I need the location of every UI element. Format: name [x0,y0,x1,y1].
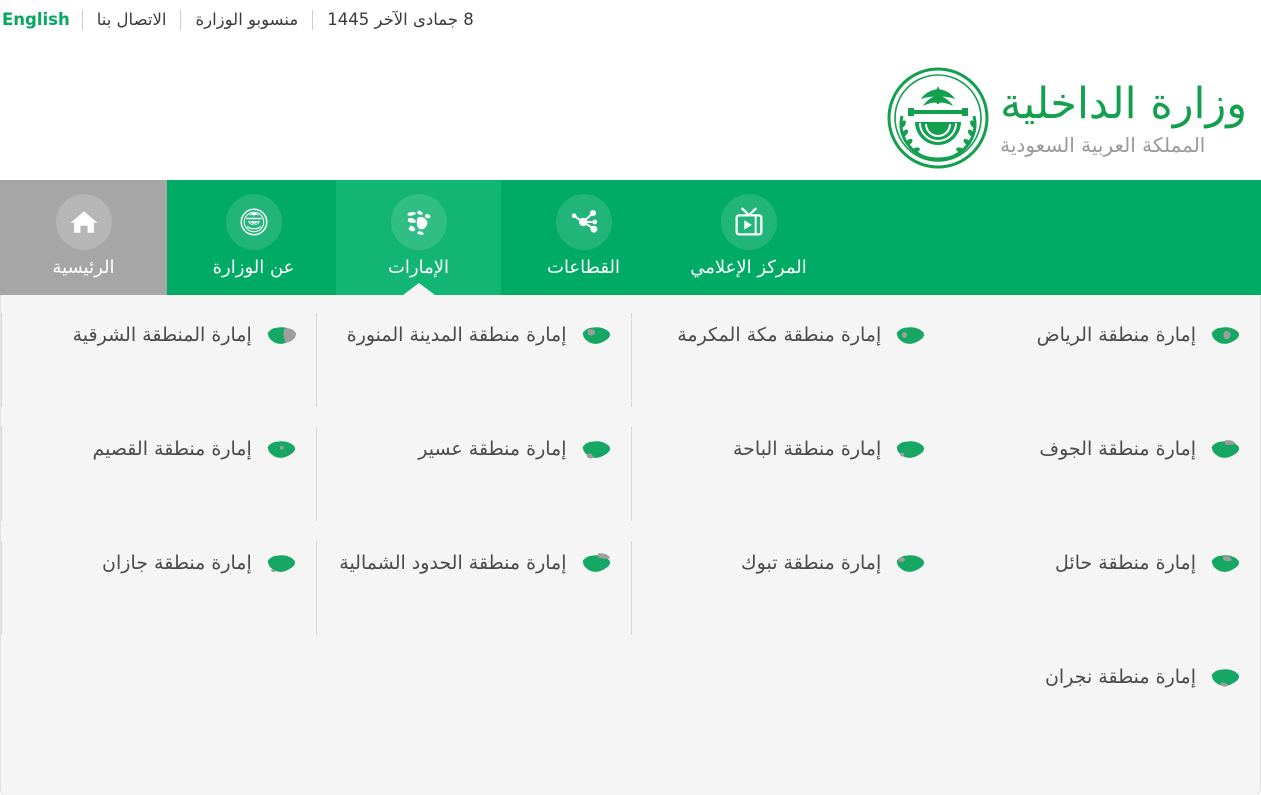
saudi-map-madinah-icon [577,317,615,355]
saudi-map-tabuk-icon [891,545,929,583]
region-item-qassim[interactable]: إمارة منطقة القصيم [1,415,316,529]
staff-link[interactable]: منسوبو الوزارة [181,0,312,40]
nav-label: المركز الإعلامي [690,257,807,278]
region-item-northern-borders[interactable]: إمارة منطقة الحدود الشمالية [315,529,631,643]
home-icon [55,194,112,250]
nav-item-media-center[interactable]: المركز الإعلامي [666,180,831,295]
share-network-icon [555,194,612,250]
saudi-map-asir-icon [577,431,615,469]
region-item-eastern[interactable]: إمارة المنطقة الشرقية [1,301,316,415]
region-label: إمارة منطقة القصيم [92,438,252,460]
top-utility-links: 8 جمادى الآخر 1445 منسوبو الوزارة الاتصا… [0,0,492,40]
active-tab-arrow-icon [402,283,435,295]
saudi-emblem-icon [886,66,990,170]
site-header: وزارة الداخلية المملكة العربية السعودية [0,40,1261,180]
site-logo[interactable]: وزارة الداخلية المملكة العربية السعودية [886,66,1247,170]
contact-link[interactable]: الاتصال بنا [83,0,181,40]
region-item-tabuk[interactable]: إمارة منطقة تبوك [630,529,946,643]
saudi-map-hail-icon [1206,545,1244,583]
top-divider [180,10,182,30]
main-navigation: المركز الإعلامي القطاعات الإمارات عن الو… [0,180,1261,295]
logo-subtitle: المملكة العربية السعودية [1000,132,1206,157]
region-item-najran[interactable]: إمارة منطقة نجران [945,643,1260,757]
region-label: إمارة منطقة تبوك [741,552,882,574]
region-label: إمارة منطقة نجران [1044,666,1196,688]
nav-label: الإمارات [387,257,450,278]
nav-label: القطاعات [547,257,621,278]
saudi-map-riyadh-icon [1206,317,1244,355]
top-utility-bar: 8 جمادى الآخر 1445 منسوبو الوزارة الاتصا… [0,0,1261,40]
saudi-map-jawf-icon [1206,431,1244,469]
saudi-map-eastern-icon [262,317,300,355]
region-label: إمارة المنطقة الشرقية [72,324,252,346]
region-label: إمارة منطقة جازان [102,552,252,574]
region-item-jawf[interactable]: إمارة منطقة الجوف [945,415,1260,529]
region-label: إمارة منطقة حائل [1055,552,1196,574]
region-item-madinah[interactable]: إمارة منطقة المدينة المنورة [315,301,631,415]
region-label: إمارة منطقة مكة المكرمة [677,324,882,346]
saudi-map-jazan-icon [262,545,300,583]
saudi-map-najran-icon [1206,659,1244,697]
media-tv-icon [720,194,777,250]
region-item-asir[interactable]: إمارة منطقة عسير [315,415,631,529]
saudi-map-qassim-icon [262,431,300,469]
top-divider [81,10,83,30]
nav-item-home[interactable]: الرئيسية [0,180,171,295]
regions-dropdown-panel: إمارة منطقة الرياض إمارة منطقة مكة المكر… [0,295,1261,795]
nav-item-about-ministry[interactable]: عن الوزارة [171,180,336,295]
nav-item-regions[interactable]: الإمارات [336,180,501,295]
region-label: إمارة منطقة الحدود الشمالية [339,552,567,574]
top-divider [312,10,314,30]
region-label: إمارة منطقة عسير [418,438,567,460]
nav-label: الرئيسية [52,257,115,278]
hijri-date: 8 جمادى الآخر 1445 [327,10,474,29]
saudi-map-northern-borders-icon [577,545,615,583]
regions-map-icon [390,194,447,250]
region-item-makkah[interactable]: إمارة منطقة مكة المكرمة [630,301,946,415]
logo-title: وزارة الداخلية [1000,79,1247,130]
region-label: إمارة منطقة المدينة المنورة [346,324,567,346]
region-item-hail[interactable]: إمارة منطقة حائل [945,529,1260,643]
saudi-map-bahah-icon [891,431,929,469]
region-label: إمارة منطقة الجوف [1039,438,1196,460]
region-label: إمارة منطقة الباحة [732,438,882,460]
ministry-emblem-icon [225,194,282,250]
region-item-riyadh[interactable]: إمارة منطقة الرياض [945,301,1260,415]
nav-item-sectors[interactable]: القطاعات [501,180,666,295]
region-item-bahah[interactable]: إمارة منطقة الباحة [630,415,946,529]
nav-label: عن الوزارة [212,257,295,278]
saudi-map-makkah-icon [891,317,929,355]
region-label: إمارة منطقة الرياض [1036,324,1196,346]
region-item-jazan[interactable]: إمارة منطقة جازان [1,529,316,643]
logo-text-block: وزارة الداخلية المملكة العربية السعودية [1000,78,1247,157]
english-language-link[interactable]: English [0,0,82,40]
regions-grid: إمارة منطقة الرياض إمارة منطقة مكة المكر… [1,295,1260,757]
